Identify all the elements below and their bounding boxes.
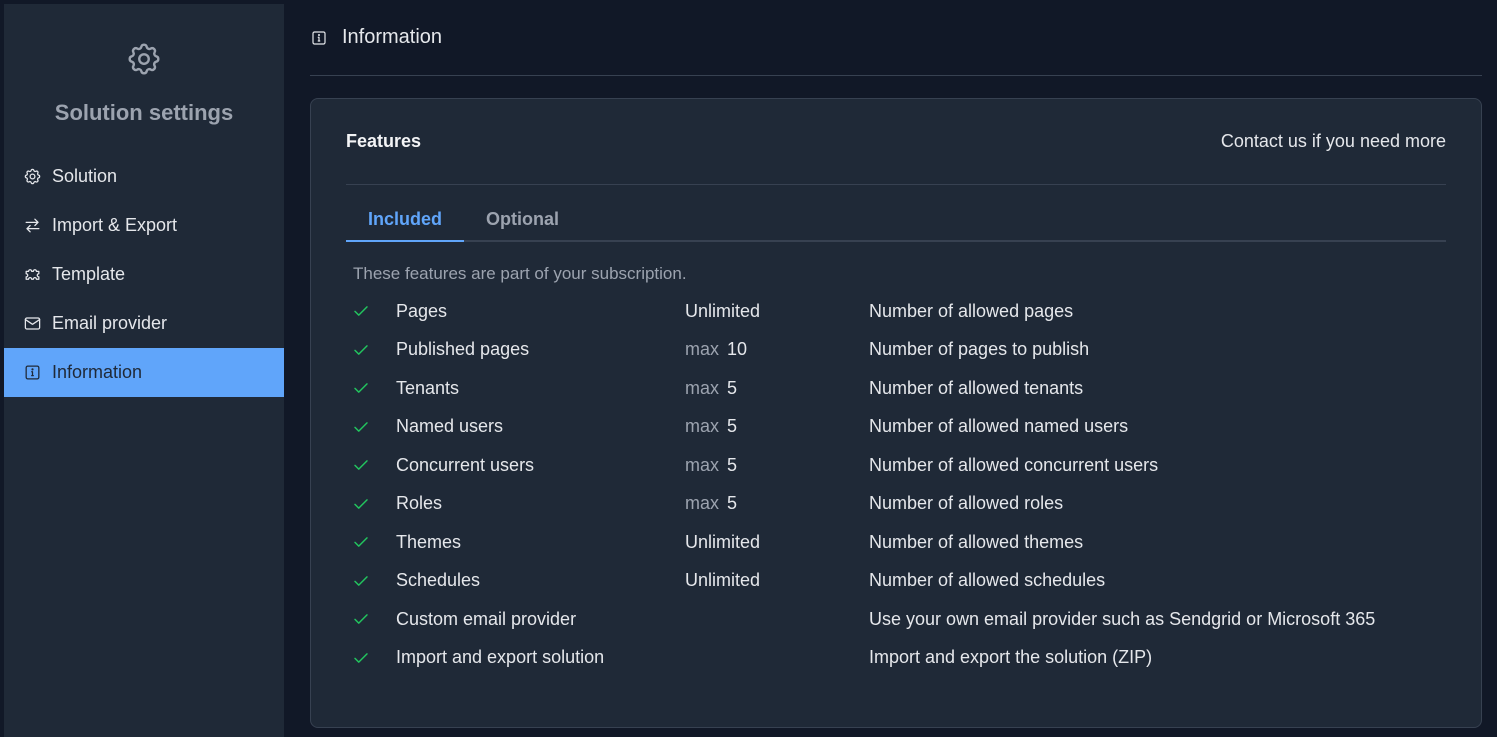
check-icon (346, 495, 396, 513)
feature-description: Number of allowed roles (869, 493, 1064, 514)
feature-name: Published pages (396, 339, 530, 360)
feature-limit: max 5 (685, 455, 869, 476)
feature-limit: Unlimited (685, 301, 869, 322)
check-icon (346, 533, 396, 551)
limit-value: Unlimited (685, 531, 761, 552)
feature-description: Number of pages to publish (869, 339, 1090, 360)
tab-optional[interactable]: Optional (464, 209, 581, 242)
check-icon (346, 341, 396, 359)
feature-row: Custom email provider Use your own email … (346, 600, 1446, 639)
feature-description: Import and export the solution (ZIP) (869, 647, 1153, 668)
puzzle-icon (23, 265, 42, 284)
arrows-icon (23, 216, 42, 235)
feature-name: Custom email provider (396, 608, 577, 629)
card-header: Features Contact us if you need more (346, 99, 1446, 185)
gear-icon (4, 40, 284, 78)
feature-limit: max 5 (685, 378, 869, 399)
check-icon (346, 379, 396, 397)
check-icon (346, 572, 396, 590)
feature-name: Schedules (396, 570, 481, 591)
tab-included[interactable]: Included (346, 209, 465, 242)
intro-text: These features are part of your subscrip… (353, 264, 687, 283)
feature-name: Named users (396, 416, 504, 437)
sidebar-item-solution[interactable]: Solution (4, 152, 284, 201)
feature-row: Schedules Unlimited Number of allowed sche… (346, 562, 1446, 601)
page-header: Information (310, 0, 1482, 76)
feature-limit: Unlimited (685, 532, 869, 553)
sidebar-item-label: Template (52, 264, 126, 284)
sidebar-item-label: Information (52, 362, 143, 382)
sidebar: Solution settings Solution Import & Expo… (4, 4, 284, 737)
sidebar-header: Solution settings (4, 4, 284, 126)
main-content: Information Features Contact us if you n… (310, 0, 1482, 728)
check-icon (346, 649, 396, 667)
info-icon (23, 363, 42, 382)
feature-name: Concurrent users (396, 454, 535, 475)
feature-row: Tenants max 5 Number of allowed tenants (346, 369, 1446, 408)
feature-name: Import and export solution (396, 647, 605, 668)
feature-name: Roles (396, 493, 443, 514)
feature-row: Concurrent users max 5 Number of allowed co… (346, 446, 1446, 485)
limit-value: 5 (727, 454, 738, 475)
feature-limit: max 5 (685, 493, 869, 514)
feature-description: Use your own email provider such as Send… (869, 608, 1376, 629)
limit-prefix: max (685, 377, 720, 398)
feature-list: Pages Unlimited Number of allowed pages Pub… (346, 292, 1446, 677)
feature-row: Named users max 5 Number of allowed named u… (346, 408, 1446, 447)
limit-value: 5 (727, 493, 738, 514)
limit-value: Unlimited (685, 300, 761, 321)
limit-value: 5 (727, 377, 738, 398)
contact-link[interactable]: Contact us if you need more (1221, 131, 1446, 152)
sidebar-item-template[interactable]: Template (4, 250, 284, 299)
limit-prefix: max (685, 416, 720, 437)
sidebar-item-label: Solution (52, 166, 118, 186)
feature-row: Pages Unlimited Number of allowed pages (346, 292, 1446, 331)
limit-prefix: max (685, 493, 720, 514)
app: Solution settings Solution Import & Expo… (0, 0, 1497, 737)
feature-description: Number of allowed named users (869, 416, 1129, 437)
sidebar-item-import-export[interactable]: Import & Export (4, 201, 284, 250)
feature-row: Themes Unlimited Number of allowed themes (346, 523, 1446, 562)
sidebar-nav: Solution Import & Export Template Email … (4, 152, 284, 397)
feature-description: Number of allowed schedules (869, 570, 1106, 591)
limit-value: 10 (727, 339, 748, 360)
sidebar-item-information[interactable]: Information (4, 348, 284, 397)
card-title: Features (346, 131, 422, 151)
info-icon (310, 29, 328, 47)
tab-bar: Included Optional (346, 185, 1446, 242)
gear-icon (23, 167, 42, 186)
feature-limit: Unlimited (685, 570, 869, 591)
limit-value: 5 (727, 416, 738, 437)
limit-value: Unlimited (685, 570, 761, 591)
check-icon (346, 302, 396, 320)
check-icon (346, 418, 396, 436)
limit-prefix: max (685, 454, 720, 475)
feature-row: Published pages max 10 Number of pages to p… (346, 331, 1446, 370)
sidebar-title: Solution settings (54, 100, 234, 125)
feature-description: Number of allowed tenants (869, 377, 1084, 398)
sidebar-item-email-provider[interactable]: Email provider (4, 299, 284, 348)
sidebar-item-label: Import & Export (52, 215, 178, 235)
feature-row: Import and export solution Import and exp… (346, 639, 1446, 678)
feature-description: Number of allowed pages (869, 300, 1074, 321)
feature-row: Roles max 5 Number of allowed roles (346, 485, 1446, 524)
feature-name: Themes (396, 531, 462, 552)
feature-limit: max 5 (685, 416, 869, 437)
sidebar-item-label: Email provider (52, 313, 168, 333)
feature-name: Pages (396, 300, 448, 321)
feature-description: Number of allowed concurrent users (869, 454, 1159, 475)
page-title: Information (342, 26, 443, 48)
check-icon (346, 456, 396, 474)
check-icon (346, 610, 396, 628)
feature-limit: max 10 (685, 339, 869, 360)
feature-description: Number of allowed themes (869, 531, 1084, 552)
mail-icon (23, 314, 42, 333)
limit-prefix: max (685, 339, 720, 360)
features-card: Features Contact us if you need more Inc… (310, 98, 1482, 728)
feature-name: Tenants (396, 377, 460, 398)
